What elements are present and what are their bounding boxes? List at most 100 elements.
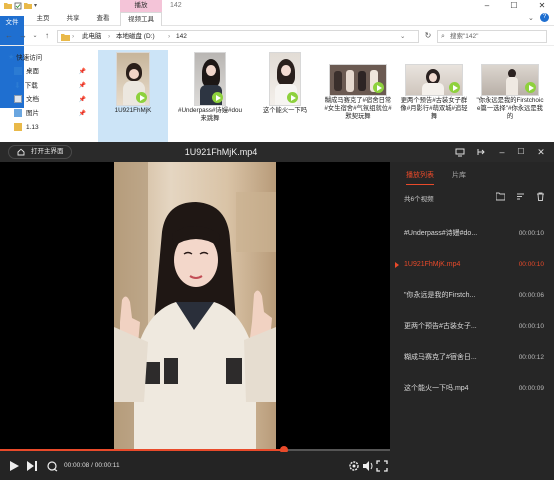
fullscreen-icon[interactable] (376, 460, 388, 472)
tab-library[interactable]: 片库 (452, 171, 466, 181)
folder-icon (4, 3, 12, 9)
file-item[interactable]: #Underpass#诗嫚#dou来跳舞 (175, 50, 245, 142)
back-arrow-icon[interactable]: ← (4, 31, 14, 41)
video-thumbnail (194, 52, 226, 106)
file-item[interactable]: 1U921FhMjK (98, 50, 168, 142)
breadcrumb-this-pc[interactable]: 此电脑 (82, 31, 102, 42)
playlist-item[interactable]: "你永远是我的Firstch... 00:00:06 (390, 281, 554, 311)
refresh-icon[interactable]: ↻ (423, 31, 433, 41)
playlist-item[interactable]: 1U921FhMjK.mp4 00:00:10 (390, 250, 554, 280)
delete-icon[interactable] (536, 192, 545, 201)
maximize-icon[interactable]: ☐ (516, 147, 526, 157)
new-folder-icon[interactable] (24, 2, 32, 10)
help-icon[interactable]: ? (540, 13, 549, 22)
playlist-item-duration: 00:00:09 (518, 385, 544, 392)
tab-playlist[interactable]: 播放列表 (406, 171, 434, 185)
playback-time: 00:00:08 / 00:00:11 (64, 460, 120, 472)
nav-folder-1-13[interactable]: 1.13 (8, 122, 92, 134)
playlist-item-duration: 00:00:10 (518, 230, 544, 237)
file-item[interactable]: "你永远是我的Firstchoice篇一选择"#你永远是我的 (475, 50, 545, 142)
volume-icon[interactable] (362, 460, 374, 472)
pictures-folder-icon (14, 109, 22, 118)
tab-video-tools[interactable]: 视频工具 (120, 12, 162, 26)
nav-label: 快速访问 (16, 54, 43, 62)
file-name: 糊成马赛克了#宿舍日常#女生宿舍#气氛组就位#默契玩舞 (324, 97, 392, 120)
video-play-badge-icon (525, 82, 536, 93)
nav-pictures[interactable]: 图片 📌 (8, 108, 92, 120)
player-title: 1U921FhMjK.mp4 (184, 147, 258, 157)
playlist-item-duration: 00:00:10 (518, 261, 544, 268)
video-play-badge-icon (136, 92, 147, 103)
play-icon[interactable] (8, 460, 20, 472)
address-bar-row: ← → ⌄ ↑ › 此电脑 › 本地磁盘 (D:) › 142 ⌄ ↻ ⌕ 搜索… (0, 27, 554, 46)
playlist-item[interactable]: 糊成马赛克了#宿舍日... 00:00:12 (390, 343, 554, 373)
tab-home[interactable]: 主页 (32, 12, 54, 26)
tab-view[interactable]: 查看 (92, 12, 114, 26)
properties-icon[interactable] (14, 2, 22, 10)
play-mode-icon[interactable] (46, 460, 58, 472)
nav-desktop[interactable]: 桌面 📌 (8, 66, 92, 78)
pin-icon[interactable]: 📌 (79, 80, 86, 92)
maximize-icon[interactable]: ☐ (505, 0, 523, 12)
forward-arrow-icon[interactable]: → (18, 31, 28, 41)
file-item[interactable]: 这个能火一下吗 (250, 50, 320, 142)
playlist-count: 共6个视频 (404, 196, 434, 203)
pin-on-top-icon[interactable] (476, 147, 486, 157)
close-icon[interactable]: ✕ (536, 147, 546, 157)
quick-access-dropdown-icon[interactable]: ▾ (34, 0, 42, 9)
file-name: 这个能火一下吗 (262, 107, 308, 114)
screen-cast-icon[interactable] (455, 147, 465, 157)
recent-locations-chevron-icon[interactable]: ⌄ (30, 31, 40, 41)
search-icon: ⌕ (441, 33, 445, 40)
sort-icon[interactable] (516, 192, 525, 201)
player-titlebar: 打开主界面 1U921FhMjK.mp4 – ☐ ✕ (0, 142, 554, 162)
next-icon[interactable] (26, 460, 38, 472)
add-folder-icon[interactable] (496, 192, 505, 201)
video-area[interactable] (0, 162, 390, 450)
playlist-panel: 播放列表 片库 共6个视频 #Underpass#诗嫚#do... 00:00:1… (390, 162, 554, 480)
file-item[interactable]: 更两个预告#古装女子群像#月影行#萌双城#追轻舞 (399, 50, 469, 142)
address-dropdown-icon[interactable]: ⌄ (400, 31, 405, 42)
file-name: #Underpass#诗嫚#dou来跳舞 (177, 107, 243, 122)
progress-bar[interactable] (0, 446, 390, 454)
nav-downloads[interactable]: ⬇ 下载 📌 (8, 80, 92, 92)
video-thumbnail (116, 52, 150, 106)
file-name: "你永远是我的Firstchoice篇一选择"#你永远是我的 (476, 97, 544, 120)
video-thumbnail (481, 64, 539, 96)
breadcrumb-drive-d[interactable]: 本地磁盘 (D:) (116, 31, 155, 42)
ribbon-expand-icon[interactable]: ⌄ (528, 14, 534, 22)
folder-icon (61, 34, 70, 41)
documents-folder-icon (14, 95, 22, 104)
pin-icon[interactable]: 📌 (79, 66, 86, 78)
playlist-item[interactable]: #Underpass#诗嫚#do... 00:00:10 (390, 219, 554, 249)
pin-icon[interactable]: 📌 (79, 94, 86, 106)
minimize-icon[interactable]: – (478, 0, 496, 12)
desktop-folder-icon (14, 67, 22, 76)
open-main-interface-button[interactable]: 打开主界面 (8, 145, 72, 159)
tab-share[interactable]: 共享 (62, 12, 84, 26)
playlist-item-name: #Underpass#诗嫚#do... (404, 230, 478, 237)
playlist-item[interactable]: 更两个预告#古装女子... 00:00:10 (390, 312, 554, 342)
search-input[interactable]: ⌕ 搜索"142" (437, 30, 547, 43)
breadcrumb-folder-142[interactable]: 142 (176, 31, 187, 42)
up-arrow-icon[interactable]: ↑ (42, 31, 52, 41)
playback-controls: 00:00:08 / 00:00:11 (0, 452, 390, 480)
close-icon[interactable]: ✕ (533, 0, 551, 12)
context-tab-play[interactable]: 播放 (120, 0, 162, 12)
now-playing-arrow-icon (395, 262, 399, 268)
video-thumbnail (269, 52, 301, 106)
nav-label: 文档 (26, 96, 39, 103)
settings-icon[interactable] (348, 460, 360, 472)
file-item[interactable]: 糊成马赛克了#宿舍日常#女生宿舍#气氛组就位#默契玩舞 (323, 50, 393, 142)
playlist-item[interactable]: 这个能火一下吗.mp4 00:00:09 (390, 374, 554, 404)
file-name: 更两个预告#古装女子群像#月影行#萌双城#追轻舞 (400, 97, 468, 120)
address-box[interactable]: › 此电脑 › 本地磁盘 (D:) › 142 ⌄ (57, 30, 419, 43)
nav-quick-access[interactable]: ★ 快速访问 (8, 52, 92, 64)
nav-documents[interactable]: 文档 📌 (8, 94, 92, 106)
navigation-pane: ★ 快速访问 桌面 📌 ⬇ 下载 📌 文档 📌 图片 📌 1.13 (0, 52, 92, 142)
playlist-item-name: "你永远是我的Firstch... (404, 292, 476, 299)
pin-icon[interactable]: 📌 (79, 108, 86, 120)
folder-icon (14, 123, 22, 132)
playlist-item-duration: 00:00:06 (518, 292, 544, 299)
minimize-icon[interactable]: – (497, 147, 507, 157)
